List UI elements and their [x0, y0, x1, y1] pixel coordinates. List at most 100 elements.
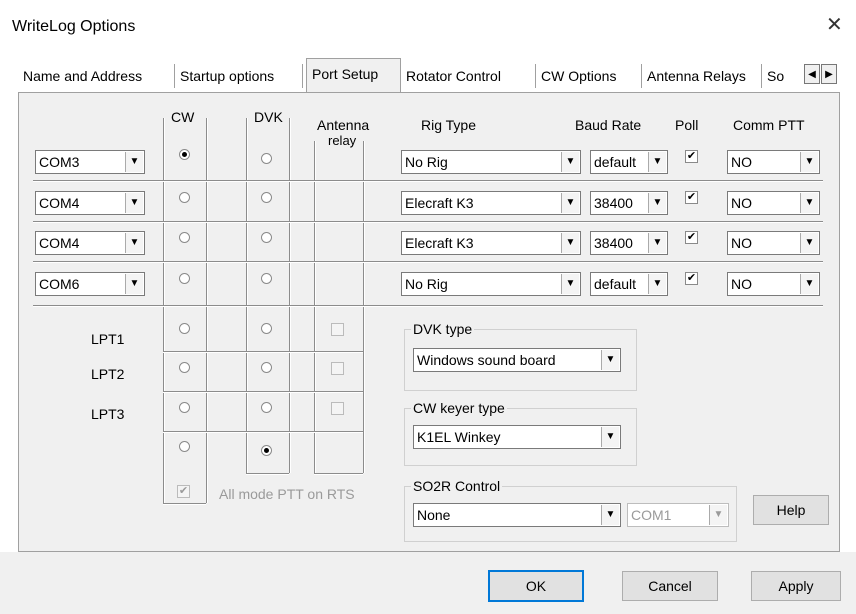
rig-type-value: No Rig — [405, 154, 448, 170]
lpt2-cw-radio[interactable] — [179, 362, 190, 373]
rig-type-select[interactable]: No Rig ▼ — [401, 150, 581, 174]
baud-rate-select[interactable]: 38400 ▼ — [590, 191, 668, 215]
cw-keyer-group: CW keyer type K1EL Winkey ▼ — [404, 400, 637, 466]
dvk-radio[interactable] — [261, 232, 272, 243]
tab-startup-options[interactable]: Startup options — [175, 64, 303, 88]
ok-button[interactable]: OK — [488, 570, 584, 602]
lpt2-dvk-radio[interactable] — [261, 362, 272, 373]
comm-ptt-value: NO — [731, 154, 752, 170]
window-title: WriteLog Options — [12, 18, 136, 35]
comm-ptt-select[interactable]: NO ▼ — [727, 191, 820, 215]
rig-type-select[interactable]: No Rig ▼ — [401, 272, 581, 296]
com-port-select[interactable]: COM4 ▼ — [35, 231, 145, 255]
lpt3-relay-checkbox[interactable] — [331, 402, 344, 415]
lpt2-relay-checkbox[interactable] — [331, 362, 344, 375]
arrow-right-icon[interactable]: ▶ — [821, 64, 837, 84]
cw-column-left-line — [163, 118, 165, 503]
com-port-select[interactable]: COM3 ▼ — [35, 150, 145, 174]
dvk-radio[interactable] — [261, 192, 272, 203]
port-setup-panel: CW DVK Antenna relay Rig Type Baud Rate … — [18, 92, 840, 552]
comm-ptt-value: NO — [731, 276, 752, 292]
apply-button[interactable]: Apply — [751, 571, 841, 601]
cw-radio[interactable] — [179, 232, 190, 243]
chevron-down-icon: ▼ — [648, 233, 666, 253]
so2r-control-value: None — [417, 507, 451, 523]
comm-ptt-select[interactable]: NO ▼ — [727, 150, 820, 174]
cancel-button[interactable]: Cancel — [622, 571, 718, 601]
lpt3-cw-radio[interactable] — [179, 402, 190, 413]
chevron-down-icon: ▼ — [125, 233, 143, 253]
close-icon[interactable]: ✕ — [826, 15, 843, 35]
so2r-port-value: COM1 — [631, 507, 672, 523]
tab-port-setup[interactable]: Port Setup — [306, 58, 401, 92]
poll-checkbox[interactable]: ✔ — [685, 231, 698, 244]
dvk-radio[interactable] — [261, 273, 272, 284]
row-separator — [33, 180, 823, 182]
rig-type-select[interactable]: Elecraft K3 ▼ — [401, 231, 581, 255]
dvk-column-right-line — [289, 118, 291, 473]
poll-checkbox[interactable]: ✔ — [685, 272, 698, 285]
relay-column-bottom-line — [314, 473, 363, 475]
comm-ptt-select[interactable]: NO ▼ — [727, 272, 820, 296]
cw-keyer-select[interactable]: K1EL Winkey ▼ — [413, 425, 621, 449]
chevron-down-icon: ▼ — [601, 350, 619, 370]
dvk-type-select[interactable]: Windows sound board ▼ — [413, 348, 621, 372]
tab-cw-options[interactable]: CW Options — [536, 64, 642, 88]
header-rig-type: Rig Type — [421, 117, 476, 133]
row-separator — [33, 305, 823, 307]
rig-type-select[interactable]: Elecraft K3 ▼ — [401, 191, 581, 215]
arrow-left-icon[interactable]: ◀ — [804, 64, 820, 84]
tab-antenna-relays[interactable]: Antenna Relays — [642, 64, 762, 88]
relay-column-left-line — [314, 141, 316, 473]
com-port-select[interactable]: COM4 ▼ — [35, 191, 145, 215]
lpt1-relay-checkbox[interactable] — [331, 323, 344, 336]
chevron-down-icon: ▼ — [601, 427, 619, 447]
none-dvk-radio[interactable] — [261, 445, 272, 456]
all-mode-ptt-checkbox[interactable]: ✔ — [177, 485, 190, 498]
baud-rate-value: default — [594, 154, 637, 170]
help-button[interactable]: Help — [753, 495, 829, 525]
com-port-value: COM3 — [39, 154, 80, 170]
tab-rotator-control[interactable]: Rotator Control — [401, 64, 536, 88]
dvk-column-left-line — [246, 118, 248, 473]
header-poll: Poll — [675, 117, 699, 133]
chevron-down-icon: ▼ — [561, 152, 579, 172]
so2r-control-select[interactable]: None ▼ — [413, 503, 621, 527]
com-port-value: COM4 — [39, 235, 80, 251]
row-separator — [163, 431, 363, 433]
lpt3-label: LPT3 — [91, 406, 125, 422]
cw-radio[interactable] — [179, 192, 190, 203]
all-mode-ptt-label: All mode PTT on RTS — [219, 486, 355, 502]
lpt3-dvk-radio[interactable] — [261, 402, 272, 413]
tab-strip: Name and Address Startup options Port Se… — [18, 58, 840, 92]
cw-radio[interactable] — [179, 149, 190, 160]
lpt1-dvk-radio[interactable] — [261, 323, 272, 334]
header-cw: CW — [171, 109, 195, 125]
cw-keyer-label: CW keyer type — [411, 400, 507, 416]
tab-name-and-address[interactable]: Name and Address — [18, 64, 175, 88]
baud-rate-select[interactable]: default ▼ — [590, 272, 668, 296]
poll-checkbox[interactable]: ✔ — [685, 191, 698, 204]
cw-radio[interactable] — [179, 273, 190, 284]
row-separator — [33, 261, 823, 263]
lpt1-label: LPT1 — [91, 331, 125, 347]
baud-rate-select[interactable]: default ▼ — [590, 150, 668, 174]
header-relay: relay — [328, 133, 357, 148]
comm-ptt-select[interactable]: NO ▼ — [727, 231, 820, 255]
chevron-down-icon: ▼ — [648, 193, 666, 213]
row-separator — [163, 391, 363, 393]
tab-so2r[interactable]: So — [762, 64, 806, 88]
comm-ptt-value: NO — [731, 235, 752, 251]
dvk-type-label: DVK type — [411, 321, 475, 337]
lpt1-cw-radio[interactable] — [179, 323, 190, 334]
baud-rate-value: default — [594, 276, 637, 292]
com-port-value: COM4 — [39, 195, 80, 211]
baud-rate-value: 38400 — [594, 235, 633, 251]
com-port-select[interactable]: COM6 ▼ — [35, 272, 145, 296]
baud-rate-select[interactable]: 38400 ▼ — [590, 231, 668, 255]
so2r-port-select[interactable]: COM1 ▼ — [627, 503, 729, 527]
poll-checkbox[interactable]: ✔ — [685, 150, 698, 163]
chevron-down-icon: ▼ — [561, 233, 579, 253]
none-cw-radio[interactable] — [179, 441, 190, 452]
dvk-radio[interactable] — [261, 153, 272, 164]
